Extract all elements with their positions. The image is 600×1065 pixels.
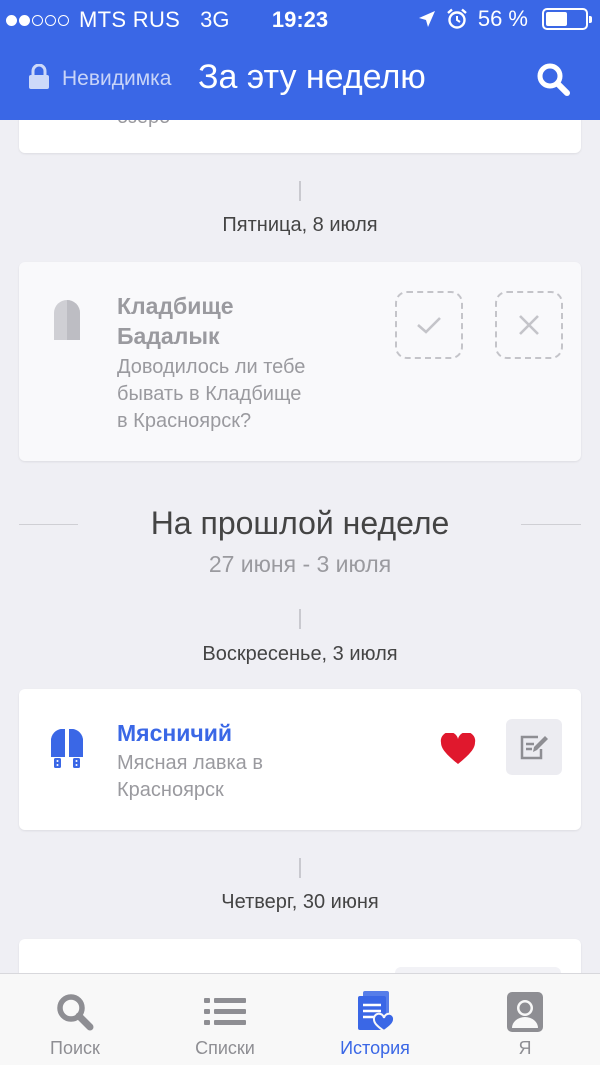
tab-label: Поиск xyxy=(50,1038,100,1058)
page-title: За эту неделю xyxy=(198,58,426,96)
place-question-card[interactable]: Кладбище Бадалык Доводилось ли тебе быва… xyxy=(19,262,581,461)
timeline-connector xyxy=(299,858,301,878)
edit-note-icon xyxy=(520,735,548,760)
history-icon xyxy=(358,991,396,1033)
tombstone-icon xyxy=(54,300,80,340)
place-card[interactable]: озеро xyxy=(19,120,581,153)
search-icon[interactable] xyxy=(534,60,574,100)
heart-icon[interactable] xyxy=(440,733,476,765)
day-label: Пятница, 8 июля xyxy=(222,214,378,236)
invisible-mode-label[interactable]: Невидимка xyxy=(62,67,171,91)
lock-icon[interactable] xyxy=(28,64,50,90)
tab-label: Я xyxy=(518,1038,532,1058)
section-date-range: 27 июня - 3 июля xyxy=(208,551,392,577)
tab-label: История xyxy=(340,1038,410,1058)
alarm-clock-icon xyxy=(447,8,467,29)
confirm-visit-button[interactable] xyxy=(395,291,463,359)
place-name[interactable]: Кладбище Бадалык xyxy=(117,291,234,351)
day-label: Воскресенье, 3 июля xyxy=(202,643,398,665)
place-card[interactable] xyxy=(19,939,581,973)
tab-label: Списки xyxy=(195,1038,255,1058)
timeline-connector xyxy=(299,181,301,201)
search-icon xyxy=(57,994,94,1031)
visit-question: Доводилось ли тебе бывать в Кладбище в К… xyxy=(117,356,306,432)
battery-percent: 56 % xyxy=(477,6,528,31)
place-description: Мясная лавка в Красноярск xyxy=(117,752,263,801)
top-header: MTS RUS 3G 19:23 56 % Невидимка За эту н… xyxy=(0,0,600,120)
note-button[interactable] xyxy=(506,719,562,775)
tab-lists[interactable]: Списки xyxy=(150,974,300,1065)
dismiss-visit-button[interactable] xyxy=(495,291,563,359)
butcher-knives-icon xyxy=(51,729,83,768)
battery-icon xyxy=(542,8,592,30)
location-arrow-icon xyxy=(418,11,435,27)
timeline-connector xyxy=(299,609,301,629)
tab-profile[interactable]: Я xyxy=(450,974,600,1065)
close-icon xyxy=(519,315,539,335)
tab-bar: Поиск Списки История Я xyxy=(0,973,600,1065)
status-bar: MTS RUS 3G 19:23 56 % xyxy=(0,0,600,40)
profile-icon xyxy=(507,992,543,1032)
place-description: озеро xyxy=(117,120,170,131)
checkmark-icon xyxy=(417,317,441,334)
section-title: На прошлой неделе xyxy=(150,505,450,541)
day-label: Четверг, 30 июня xyxy=(221,891,379,913)
tab-search[interactable]: Поиск xyxy=(0,974,150,1065)
tab-history[interactable]: История xyxy=(300,974,450,1065)
list-icon xyxy=(204,998,246,1025)
place-name[interactable]: Мясничий xyxy=(117,718,232,748)
history-feed[interactable]: озеро Пятница, 8 июля Кладбище Бадалык Д… xyxy=(0,120,600,973)
place-card[interactable]: Мясничий Мясная лавка в Красноярск xyxy=(19,689,581,830)
nav-bar: Невидимка За эту неделю xyxy=(0,40,600,120)
